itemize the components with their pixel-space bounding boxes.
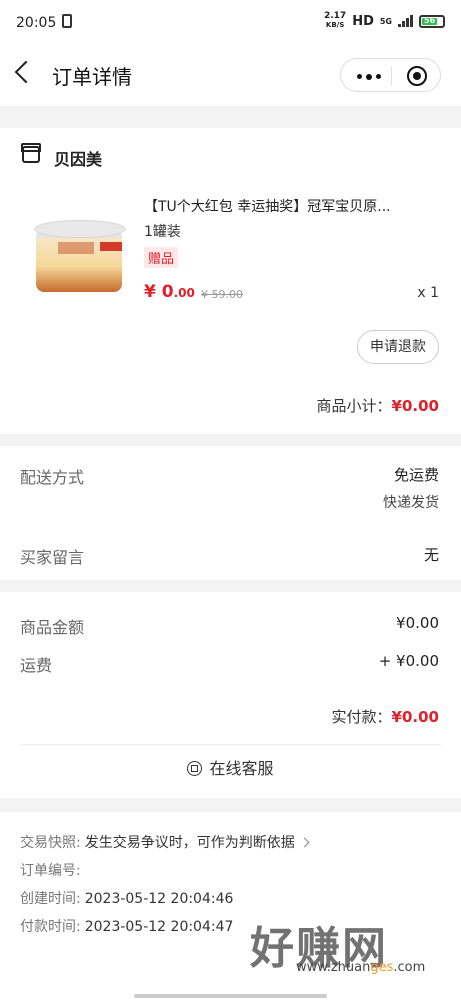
close-mini-program-icon[interactable] bbox=[407, 66, 427, 86]
chevron-right-icon bbox=[299, 837, 310, 848]
signal-icon bbox=[398, 15, 413, 27]
status-time: 20:05 bbox=[16, 15, 57, 31]
product-title[interactable]: 【TU个大红包 幸运抽奖】冠军宝贝原... bbox=[144, 196, 391, 216]
battery-icon: 56 bbox=[419, 14, 445, 28]
home-indicator[interactable] bbox=[134, 994, 327, 998]
created-time-row: 创建时间: 2023-05-12 20:04:46 bbox=[20, 888, 233, 908]
vibrate-icon bbox=[62, 14, 72, 28]
product-price: ¥ 0.00 bbox=[144, 282, 195, 302]
price-decimal: .00 bbox=[173, 286, 195, 300]
shipping-label: 配送方式 bbox=[20, 468, 85, 487]
subtotal-label: 商品小计： bbox=[316, 397, 392, 415]
price-integer: 0 bbox=[161, 282, 174, 302]
buyer-note-label: 买家留言 bbox=[20, 548, 85, 567]
status-bar: 20:05 2.17 KB/S HD 5G 56 bbox=[0, 0, 461, 44]
shipping-card: 配送方式 免运费 快递发货 买家留言 无 bbox=[0, 446, 461, 580]
paid-value: ¥0.00 bbox=[391, 708, 439, 726]
snapshot-value: 发生交易争议时，可作为判断依据 bbox=[84, 835, 295, 851]
divider bbox=[20, 744, 441, 745]
customer-service-icon bbox=[187, 761, 203, 776]
watermark-url-a: www.zhuan bbox=[296, 960, 371, 975]
paid-time-row: 付款时间: 2023-05-12 20:04:47 bbox=[20, 916, 233, 936]
shop-name[interactable]: 贝因美 bbox=[54, 146, 102, 170]
fee-card: 商品金额 ¥0.00 运费 + ¥0.00 实付款：¥0.00 在线客服 bbox=[0, 592, 461, 798]
product-quantity: x 1 bbox=[417, 285, 439, 301]
paid-amount: 实付款：¥0.00 bbox=[332, 706, 439, 727]
back-icon[interactable] bbox=[14, 60, 38, 84]
goods-amount-label: 商品金额 bbox=[20, 618, 85, 637]
online-service-label: 在线客服 bbox=[209, 759, 274, 778]
created-time-label: 创建时间: bbox=[20, 891, 81, 907]
price-symbol: ¥ bbox=[144, 282, 156, 302]
freight-label: 运费 bbox=[20, 656, 53, 675]
goods-amount-value: ¥0.00 bbox=[396, 614, 439, 632]
shop-icon bbox=[21, 143, 41, 163]
paid-label: 实付款： bbox=[331, 708, 392, 726]
subtotal-amount: ¥0.00 bbox=[391, 397, 439, 415]
paid-time-label: 付款时间: bbox=[20, 919, 81, 935]
hd-label: HD bbox=[352, 13, 374, 29]
status-right: 2.17 KB/S HD 5G 56 bbox=[324, 12, 445, 30]
original-price: ¥ 59.00 bbox=[201, 288, 243, 301]
order-number-label: 订单编号: bbox=[20, 863, 81, 879]
network-label: 5G bbox=[379, 16, 392, 26]
net-speed: 2.17 KB/S bbox=[324, 12, 346, 30]
product-spec: 1罐装 bbox=[144, 224, 181, 240]
created-time-value: 2023-05-12 20:04:46 bbox=[84, 891, 234, 907]
capsule-divider bbox=[391, 67, 392, 85]
refund-button[interactable]: 申请退款 bbox=[357, 330, 439, 364]
freight-value: + ¥0.00 bbox=[378, 652, 439, 670]
buyer-note-value: 无 bbox=[423, 546, 439, 564]
battery-level: 56 bbox=[424, 15, 436, 25]
online-service-button[interactable]: 在线客服 bbox=[0, 755, 461, 779]
shop-card: 贝因美 【TU个大红包 幸运抽奖】冠军宝贝原... 1罐装 赠品 ¥ 0.00 … bbox=[0, 128, 461, 434]
watermark-url: www.zhuanges.com bbox=[296, 960, 425, 975]
more-icon[interactable] bbox=[357, 73, 381, 80]
product-image[interactable] bbox=[32, 220, 127, 294]
snapshot-label: 交易快照: bbox=[20, 835, 81, 851]
gift-badge: 赠品 bbox=[144, 247, 179, 268]
paid-time-value: 2023-05-12 20:04:47 bbox=[84, 919, 234, 935]
nav-bar: 订单详情 bbox=[0, 44, 461, 106]
shipping-value: 免运费 bbox=[393, 466, 439, 484]
net-speed-value: 2.17 bbox=[323, 11, 347, 21]
page-title: 订单详情 bbox=[52, 65, 132, 89]
mini-program-capsule bbox=[340, 58, 441, 92]
order-number-row: 订单编号: bbox=[20, 860, 81, 880]
shipping-method: 快递发货 bbox=[383, 495, 439, 511]
watermark-url-b: .com bbox=[393, 960, 426, 975]
net-speed-unit: KB/S bbox=[325, 21, 345, 29]
watermark-url-o: ges bbox=[370, 960, 394, 975]
subtotal: 商品小计：¥0.00 bbox=[317, 395, 439, 416]
snapshot-row[interactable]: 交易快照: 发生交易争议时，可作为判断依据 bbox=[20, 832, 310, 852]
